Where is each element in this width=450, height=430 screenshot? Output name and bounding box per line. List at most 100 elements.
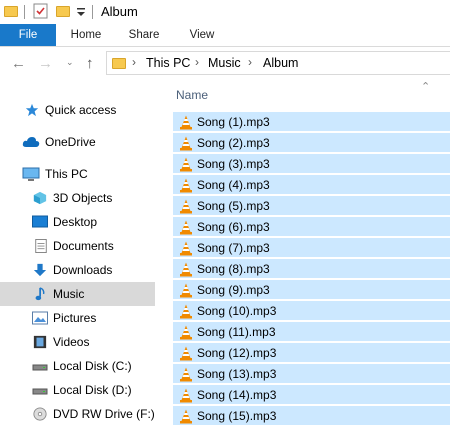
file-row[interactable]: Song (6).mp3 <box>173 217 450 237</box>
file-name: Song (4).mp3 <box>197 178 270 192</box>
picture-icon <box>32 311 48 325</box>
cloud-icon <box>22 137 40 147</box>
file-name: Song (11).mp3 <box>197 325 276 339</box>
file-row[interactable]: Song (9).mp3 <box>173 280 450 300</box>
file-name: Song (8).mp3 <box>197 262 270 276</box>
file-name: Song (15).mp3 <box>197 409 277 423</box>
breadcrumb-this-pc[interactable]: This PC <box>146 56 190 70</box>
nav-item-label: Documents <box>53 239 114 253</box>
nav-item-local-disk-d[interactable]: Local Disk (D:) <box>0 378 155 402</box>
computer-icon <box>22 167 40 181</box>
file-name: Song (5).mp3 <box>197 199 270 213</box>
separator <box>92 5 93 19</box>
nav-item-local-disk-c[interactable]: Local Disk (C:) <box>0 354 155 378</box>
breadcrumb-album[interactable]: Album <box>263 56 298 70</box>
file-name: Song (9).mp3 <box>197 283 270 297</box>
file-row[interactable]: Song (7).mp3 <box>173 238 450 258</box>
nav-item-videos[interactable]: Videos <box>0 330 155 354</box>
file-row[interactable]: Song (10).mp3 <box>173 301 450 321</box>
file-row[interactable]: Song (11).mp3 <box>173 322 450 342</box>
download-icon <box>33 263 47 277</box>
file-row[interactable]: Song (12).mp3 <box>173 343 450 363</box>
nav-item-label: 3D Objects <box>53 191 113 205</box>
back-arrow-icon[interactable]: ← <box>11 55 26 72</box>
navigation-bar: ← → ⌄ ↑ › This PC › Music › Album <box>0 47 450 79</box>
breadcrumb-music[interactable]: Music <box>208 56 241 70</box>
nav-item-label: DVD RW Drive (F:) <box>53 407 155 421</box>
nav-item-label: Desktop <box>53 215 98 229</box>
ribbon-tabs: File Home Share View <box>0 24 450 47</box>
vlc-cone-icon <box>180 241 192 256</box>
title-bar: Album <box>0 0 450 24</box>
nav-item-this-pc[interactable]: This PC <box>0 162 155 186</box>
file-row[interactable]: Song (13).mp3 <box>173 364 450 384</box>
nav-item-label: Music <box>53 287 85 301</box>
nav-item-label: Quick access <box>45 103 117 117</box>
vlc-cone-icon <box>180 220 192 235</box>
nav-item-documents[interactable]: Documents <box>0 234 155 258</box>
nav-item-label: OneDrive <box>45 135 96 149</box>
file-name: Song (3).mp3 <box>197 157 270 171</box>
recent-locations-chevron-icon[interactable]: ⌄ <box>66 57 74 68</box>
column-header-name[interactable]: Name <box>176 88 208 102</box>
vlc-cone-icon <box>180 136 192 151</box>
vlc-cone-icon <box>180 367 192 382</box>
nav-item-label: Videos <box>53 335 90 349</box>
vlc-cone-icon <box>180 115 192 130</box>
nav-item-pictures[interactable]: Pictures <box>0 306 155 330</box>
tab-share[interactable]: Share <box>124 24 164 46</box>
chevron-right-icon[interactable]: › <box>132 55 136 69</box>
file-name: Song (12).mp3 <box>197 346 277 360</box>
file-row[interactable]: Song (3).mp3 <box>173 154 450 174</box>
customize-toolbar-icon[interactable] <box>76 6 86 18</box>
new-folder-icon[interactable] <box>56 6 70 17</box>
nav-item-label: Downloads <box>53 263 113 277</box>
tab-view[interactable]: View <box>185 24 219 46</box>
separator <box>24 5 25 19</box>
file-row[interactable]: Song (5).mp3 <box>173 196 450 216</box>
disc-icon <box>33 407 47 421</box>
nav-item-label: This PC <box>45 167 88 181</box>
nav-item-downloads[interactable]: Downloads <box>0 258 155 282</box>
vlc-cone-icon <box>180 199 192 214</box>
file-row[interactable]: Song (1).mp3 <box>173 112 450 132</box>
file-name: Song (14).mp3 <box>197 388 277 402</box>
up-arrow-icon[interactable]: ↑ <box>86 55 94 72</box>
tab-file[interactable]: File <box>0 24 56 46</box>
vlc-cone-icon <box>180 325 192 340</box>
nav-item-music[interactable]: Music <box>0 282 155 306</box>
vlc-cone-icon <box>180 283 192 298</box>
file-name: Song (2).mp3 <box>197 136 270 150</box>
file-name: Song (13).mp3 <box>197 367 277 381</box>
nav-item-dvd-drive[interactable]: DVD RW Drive (F:) <box>0 402 155 426</box>
file-name: Song (7).mp3 <box>197 241 270 255</box>
sort-ascending-icon[interactable]: ⌃ <box>421 80 430 93</box>
drive-icon <box>32 388 48 395</box>
file-row[interactable]: Song (2).mp3 <box>173 133 450 153</box>
tab-home[interactable]: Home <box>66 24 106 46</box>
file-row[interactable]: Song (14).mp3 <box>173 385 450 405</box>
file-name: Song (6).mp3 <box>197 220 270 234</box>
chevron-right-icon[interactable]: › <box>195 55 199 69</box>
nav-item-onedrive[interactable]: OneDrive <box>0 130 155 154</box>
file-row[interactable]: Song (15).mp3 <box>173 406 450 426</box>
nav-item-desktop[interactable]: Desktop <box>0 210 155 234</box>
file-name: Song (10).mp3 <box>197 304 277 318</box>
nav-item-3d-objects[interactable]: 3D Objects <box>0 186 155 210</box>
vlc-cone-icon <box>180 262 192 277</box>
window-title: Album <box>101 4 138 19</box>
address-bar[interactable]: › This PC › Music › Album <box>106 51 450 75</box>
file-row[interactable]: Song (4).mp3 <box>173 175 450 195</box>
folder-icon <box>4 6 18 17</box>
file-name: Song (1).mp3 <box>197 115 270 129</box>
nav-item-quick-access[interactable]: Quick access <box>0 98 155 122</box>
properties-icon[interactable] <box>33 3 48 19</box>
music-note-icon <box>35 287 45 301</box>
file-row[interactable]: Song (8).mp3 <box>173 259 450 279</box>
forward-arrow-icon[interactable]: → <box>38 55 53 72</box>
vlc-cone-icon <box>180 157 192 172</box>
chevron-right-icon[interactable]: › <box>248 55 252 69</box>
nav-item-label: Local Disk (C:) <box>53 359 132 373</box>
cube-icon <box>33 191 47 205</box>
document-icon <box>35 239 47 253</box>
